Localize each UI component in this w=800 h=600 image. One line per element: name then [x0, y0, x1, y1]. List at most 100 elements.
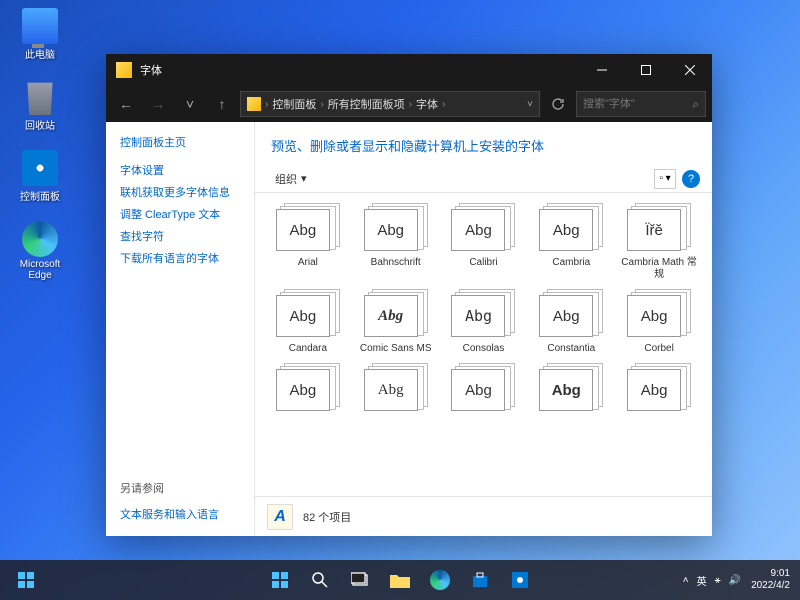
font-item[interactable]: Abg Constantia: [530, 289, 612, 355]
search-box[interactable]: ⌕: [576, 91, 706, 117]
content-area: 控制面板主页 字体设置 联机获取更多字体信息 调整 ClearType 文本 查…: [106, 122, 712, 536]
main-panel: 预览、删除或者显示和隐藏计算机上安装的字体 组织 ▾ ▫ ▾ ? Abg Ari…: [254, 122, 712, 536]
widgets-button[interactable]: [8, 562, 44, 598]
taskbar-app-settings[interactable]: [502, 562, 538, 598]
fonts-folder-icon: A: [267, 504, 293, 530]
desktop-icons: 此电脑 回收站 控制面板 Microsoft Edge: [10, 8, 70, 281]
ime-indicator[interactable]: 英: [697, 573, 707, 588]
clock[interactable]: 9:01 2022/4/2: [751, 568, 790, 592]
font-item[interactable]: Abg: [267, 363, 349, 417]
forward-button[interactable]: →: [144, 90, 172, 118]
desktop-icon-this-pc[interactable]: 此电脑: [10, 8, 70, 61]
font-preview-icon: Abg: [364, 203, 428, 253]
desktop-icon-label: 回收站: [25, 117, 55, 132]
font-sample: Abg: [364, 295, 418, 337]
font-preview-icon: Abg: [451, 203, 515, 253]
font-preview-icon: Abg: [276, 289, 340, 339]
font-name-label: Cambria Math 常规: [618, 257, 700, 281]
font-sample: Abg: [451, 295, 505, 337]
font-item[interactable]: Abg: [443, 363, 525, 417]
chevron-right-icon: ›: [409, 99, 412, 110]
font-preview-icon: Abg: [276, 203, 340, 253]
desktop-icon-edge[interactable]: Microsoft Edge: [10, 221, 70, 281]
font-sample: Abg: [364, 209, 418, 251]
font-name-label: Candara: [289, 343, 327, 355]
font-sample: Abg: [276, 369, 330, 411]
history-dropdown[interactable]: ˅: [176, 90, 204, 118]
font-name-label: Corbel: [644, 343, 673, 355]
taskbar-app-explorer[interactable]: [382, 562, 418, 598]
taskbar: ˄ 英 ⚹ 🔊 9:01 2022/4/2: [0, 560, 800, 600]
network-icon[interactable]: ⚹: [715, 575, 721, 586]
font-preview-icon: Abg: [539, 363, 603, 413]
sidebar-link-font-settings[interactable]: 字体设置: [120, 160, 240, 180]
desktop-icon-control-panel[interactable]: 控制面板: [10, 150, 70, 203]
toolbar: 组织 ▾ ▫ ▾ ?: [255, 165, 712, 193]
font-item[interactable]: Abg: [355, 363, 437, 417]
titlebar[interactable]: 字体: [106, 54, 712, 86]
taskbar-right: ˄ 英 ⚹ 🔊 9:01 2022/4/2: [683, 568, 800, 592]
search-input[interactable]: [583, 98, 683, 110]
chevron-up-icon[interactable]: ˄: [683, 575, 689, 586]
chevron-down-icon[interactable]: ˅: [527, 99, 533, 110]
back-button[interactable]: ←: [112, 90, 140, 118]
navigation-bar: ← → ˅ ↑ › 控制面板 › 所有控制面板项 › 字体 › ˅ ⌕: [106, 86, 712, 122]
status-text: 82 个项目: [303, 509, 351, 525]
sidebar-link-get-fonts-online[interactable]: 联机获取更多字体信息: [120, 182, 240, 202]
sidebar-link-download-all-languages[interactable]: 下载所有语言的字体: [120, 248, 240, 268]
sidebar-link-find-character[interactable]: 查找字符: [120, 226, 240, 246]
font-sample: Abg: [276, 209, 330, 251]
font-item[interactable]: Abg Arial: [267, 203, 349, 281]
system-tray[interactable]: ˄ 英 ⚹ 🔊: [683, 573, 741, 588]
font-item[interactable]: Abg: [618, 363, 700, 417]
taskbar-left: [0, 562, 44, 598]
view-options-button[interactable]: ▫ ▾: [654, 169, 676, 189]
volume-icon[interactable]: 🔊: [729, 575, 741, 586]
close-button[interactable]: [668, 54, 712, 86]
font-item[interactable]: Abg Bahnschrift: [355, 203, 437, 281]
task-view-button[interactable]: [342, 562, 378, 598]
pc-icon: [22, 8, 58, 44]
font-sample: Їřĕ: [627, 209, 681, 251]
font-item[interactable]: Abg Cambria: [530, 203, 612, 281]
desktop-icon-recycle-bin[interactable]: 回收站: [10, 79, 70, 132]
desktop-icon-label: 此电脑: [25, 46, 55, 61]
help-button[interactable]: ?: [682, 170, 700, 188]
organize-button[interactable]: 组织 ▾: [267, 169, 315, 189]
font-preview-icon: Abg: [451, 363, 515, 413]
breadcrumb[interactable]: › 控制面板 › 所有控制面板项 › 字体 › ˅: [240, 91, 540, 117]
sidebar-link-text-services[interactable]: 文本服务和输入语言: [120, 504, 240, 524]
search-button[interactable]: [302, 562, 338, 598]
font-item[interactable]: Abg Consolas: [443, 289, 525, 355]
sidebar-link-cleartype[interactable]: 调整 ClearType 文本: [120, 204, 240, 224]
sidebar-home-link[interactable]: 控制面板主页: [120, 134, 240, 150]
font-preview-icon: Abg: [364, 363, 428, 413]
taskbar-app-store[interactable]: [462, 562, 498, 598]
font-item[interactable]: Abg Corbel: [618, 289, 700, 355]
font-name-label: Constantia: [547, 343, 595, 355]
refresh-button[interactable]: [544, 91, 572, 117]
font-sample: Abg: [627, 295, 681, 337]
taskbar-app-edge[interactable]: [422, 562, 458, 598]
font-name-label: Calibri: [469, 257, 497, 269]
breadcrumb-item[interactable]: 控制面板: [272, 96, 316, 112]
font-sample: Abg: [627, 369, 681, 411]
breadcrumb-item[interactable]: 所有控制面板项: [328, 96, 405, 112]
font-item[interactable]: Abg Comic Sans MS: [355, 289, 437, 355]
chevron-right-icon: ›: [320, 99, 323, 110]
font-preview-icon: Abg: [451, 289, 515, 339]
start-button[interactable]: [262, 562, 298, 598]
up-button[interactable]: ↑: [208, 90, 236, 118]
font-item[interactable]: Abg Calibri: [443, 203, 525, 281]
font-item[interactable]: Abg: [530, 363, 612, 417]
minimize-button[interactable]: [580, 54, 624, 86]
sidebar-see-also-heading: 另请参阅: [120, 480, 240, 496]
edge-icon: [430, 570, 450, 590]
fonts-folder-icon: [247, 97, 261, 111]
font-item[interactable]: Abg Candara: [267, 289, 349, 355]
breadcrumb-item[interactable]: 字体: [416, 96, 438, 112]
font-name-label: Cambria: [552, 257, 590, 269]
fonts-folder-icon: [116, 62, 132, 78]
maximize-button[interactable]: [624, 54, 668, 86]
font-item[interactable]: Їřĕ Cambria Math 常规: [618, 203, 700, 281]
